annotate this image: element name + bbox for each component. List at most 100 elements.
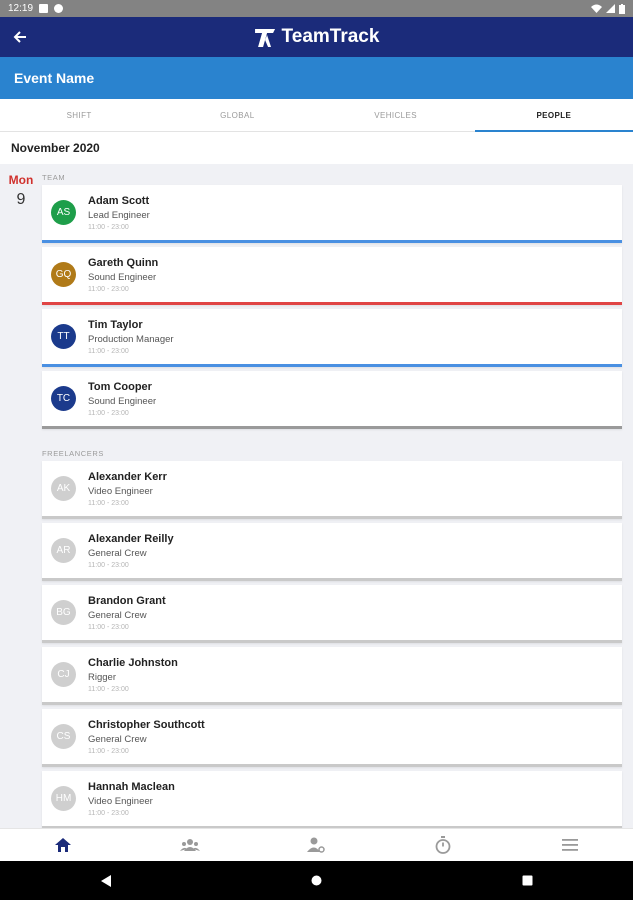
person-info: Hannah Maclean Video Engineer 11:00 - 23:0… — [88, 781, 175, 817]
day-number: 9 — [16, 191, 26, 208]
signal-icon — [606, 4, 615, 13]
system-nav-bar — [0, 861, 633, 900]
person-info: Christopher Southcott General Crew 11:00 -… — [88, 719, 205, 755]
stopwatch-icon — [435, 836, 451, 854]
person-name: Tim Taylor — [88, 318, 143, 331]
shift-time: 11:00 - 23:00 — [88, 623, 129, 631]
avatar: AK — [51, 476, 76, 501]
person-card[interactable]: AS Adam Scott Lead Engineer 11:00 - 23:00 — [42, 185, 622, 243]
avatar: CJ — [51, 662, 76, 687]
status-bar: 12:19 — [0, 0, 633, 17]
person-name: Tom Cooper — [88, 380, 152, 393]
avatar: TC — [51, 386, 76, 411]
person-name: Alexander Reilly — [88, 532, 174, 545]
shift-time: 11:00 - 23:00 — [88, 223, 129, 231]
person-role: Lead Engineer — [88, 209, 150, 221]
person-name: Gareth Quinn — [88, 256, 159, 269]
person-card[interactable]: TC Tom Cooper Sound Engineer 11:00 - 23:00 — [42, 371, 622, 429]
person-role: General Crew — [88, 609, 147, 621]
person-settings-icon — [307, 837, 326, 853]
tab-bar: SHIFT GLOBAL VEHICLES PEOPLE — [0, 99, 633, 132]
person-card[interactable]: CJ Charlie Johnston Rigger 11:00 - 23:00 — [42, 647, 622, 705]
shift-time: 11:00 - 23:00 — [88, 561, 129, 569]
avatar: GQ — [51, 262, 76, 287]
event-name: Event Name — [14, 70, 95, 86]
team-list: AS Adam Scott Lead Engineer 11:00 - 23:00 GQ… — [42, 185, 622, 429]
section-label-freelancers: FREELANCERS — [42, 449, 105, 458]
nav-stopwatch[interactable] — [380, 829, 507, 861]
battery-icon — [619, 3, 625, 14]
shift-time: 11:00 - 23:00 — [88, 685, 129, 693]
person-name: Alexander Kerr — [88, 470, 167, 483]
nav-team[interactable] — [127, 829, 254, 861]
day-column: Mon 9 — [0, 173, 42, 209]
avatar: TT — [51, 324, 76, 349]
person-role: Production Manager — [88, 333, 174, 345]
person-info: Brandon Grant General Crew 11:00 - 23:00 — [88, 595, 166, 631]
system-recents-button[interactable] — [422, 875, 633, 886]
people-list: TEAM AS Adam Scott Lead Engineer 11:00 - 23… — [42, 165, 622, 828]
menu-icon — [561, 839, 578, 851]
nav-home[interactable] — [0, 829, 127, 861]
system-back-button[interactable] — [0, 874, 211, 887]
people-list-area[interactable]: Mon 9 TEAM AS Adam Scott Lead Engineer 11:0… — [0, 165, 633, 828]
arrow-left-icon — [13, 31, 26, 43]
person-card[interactable]: TT Tim Taylor Production Manager 11:00 - 23… — [42, 309, 622, 367]
day-name: Mon — [8, 173, 34, 187]
team-icon — [179, 839, 200, 851]
avatar: HM — [51, 786, 76, 811]
tab-people[interactable]: PEOPLE — [474, 99, 633, 132]
shift-time: 11:00 - 23:00 — [88, 347, 129, 355]
avatar: AR — [51, 538, 76, 563]
teamtrack-logo-icon — [254, 29, 275, 47]
person-card[interactable]: AR Alexander Reilly General Crew 11:00 - 23… — [42, 523, 622, 581]
avatar: AS — [51, 200, 76, 225]
home-icon — [55, 838, 72, 852]
app-bar: TeamTrack — [0, 17, 633, 57]
system-home-button[interactable] — [211, 875, 422, 886]
section-label-team: TEAM — [42, 173, 66, 182]
month-header: November 2020 — [0, 132, 633, 164]
back-button[interactable] — [0, 17, 40, 57]
person-role: General Crew — [88, 733, 147, 745]
avatar: BG — [51, 600, 76, 625]
shift-time: 11:00 - 23:00 — [88, 285, 129, 293]
person-role: Sound Engineer — [88, 271, 157, 283]
person-info: Adam Scott Lead Engineer 11:00 - 23:00 — [88, 195, 150, 231]
person-name: Christopher Southcott — [88, 718, 205, 731]
person-name: Charlie Johnston — [88, 656, 178, 669]
notification-icon — [39, 4, 49, 13]
person-role: General Crew — [88, 547, 147, 559]
person-card[interactable]: HM Hannah Maclean Video Engineer 11:00 - 23… — [42, 771, 622, 828]
person-role: Rigger — [88, 671, 116, 683]
person-info: Gareth Quinn Sound Engineer 11:00 - 23:00 — [88, 257, 158, 293]
bottom-nav — [0, 828, 633, 861]
person-role: Video Engineer — [88, 795, 153, 807]
circle-home-icon — [311, 875, 322, 886]
person-name: Adam Scott — [88, 194, 150, 207]
status-time: 12:19 — [8, 3, 34, 14]
person-card[interactable]: GQ Gareth Quinn Sound Engineer 11:00 - 23:0… — [42, 247, 622, 305]
nav-person-settings[interactable] — [253, 829, 380, 861]
shift-time: 11:00 - 23:00 — [88, 747, 129, 755]
nav-menu[interactable] — [506, 829, 633, 861]
person-role: Sound Engineer — [88, 395, 157, 407]
shift-time: 11:00 - 23:00 — [88, 809, 129, 817]
wifi-icon — [591, 4, 602, 13]
person-card[interactable]: AK Alexander Kerr Video Engineer 11:00 - 23… — [42, 461, 622, 519]
tab-global[interactable]: GLOBAL — [158, 99, 316, 131]
tab-shift[interactable]: SHIFT — [0, 99, 158, 131]
tab-vehicles[interactable]: VEHICLES — [317, 99, 475, 131]
person-card[interactable]: CS Christopher Southcott General Crew 11:00… — [42, 709, 622, 767]
brand-name: TeamTrack — [281, 26, 380, 47]
person-card[interactable]: BG Brandon Grant General Crew 11:00 - 23:00 — [42, 585, 622, 643]
freelancers-list: AK Alexander Kerr Video Engineer 11:00 - 23… — [42, 461, 622, 828]
triangle-back-icon — [100, 874, 111, 887]
month-label: November 2020 — [11, 141, 100, 155]
person-info: Alexander Reilly General Crew 11:00 - 23:0… — [88, 533, 174, 569]
sync-icon — [54, 4, 64, 13]
person-name: Hannah Maclean — [88, 780, 175, 793]
person-info: Charlie Johnston Rigger 11:00 - 23:00 — [88, 657, 178, 693]
avatar: CS — [51, 724, 76, 749]
event-header: Event Name — [0, 57, 633, 99]
